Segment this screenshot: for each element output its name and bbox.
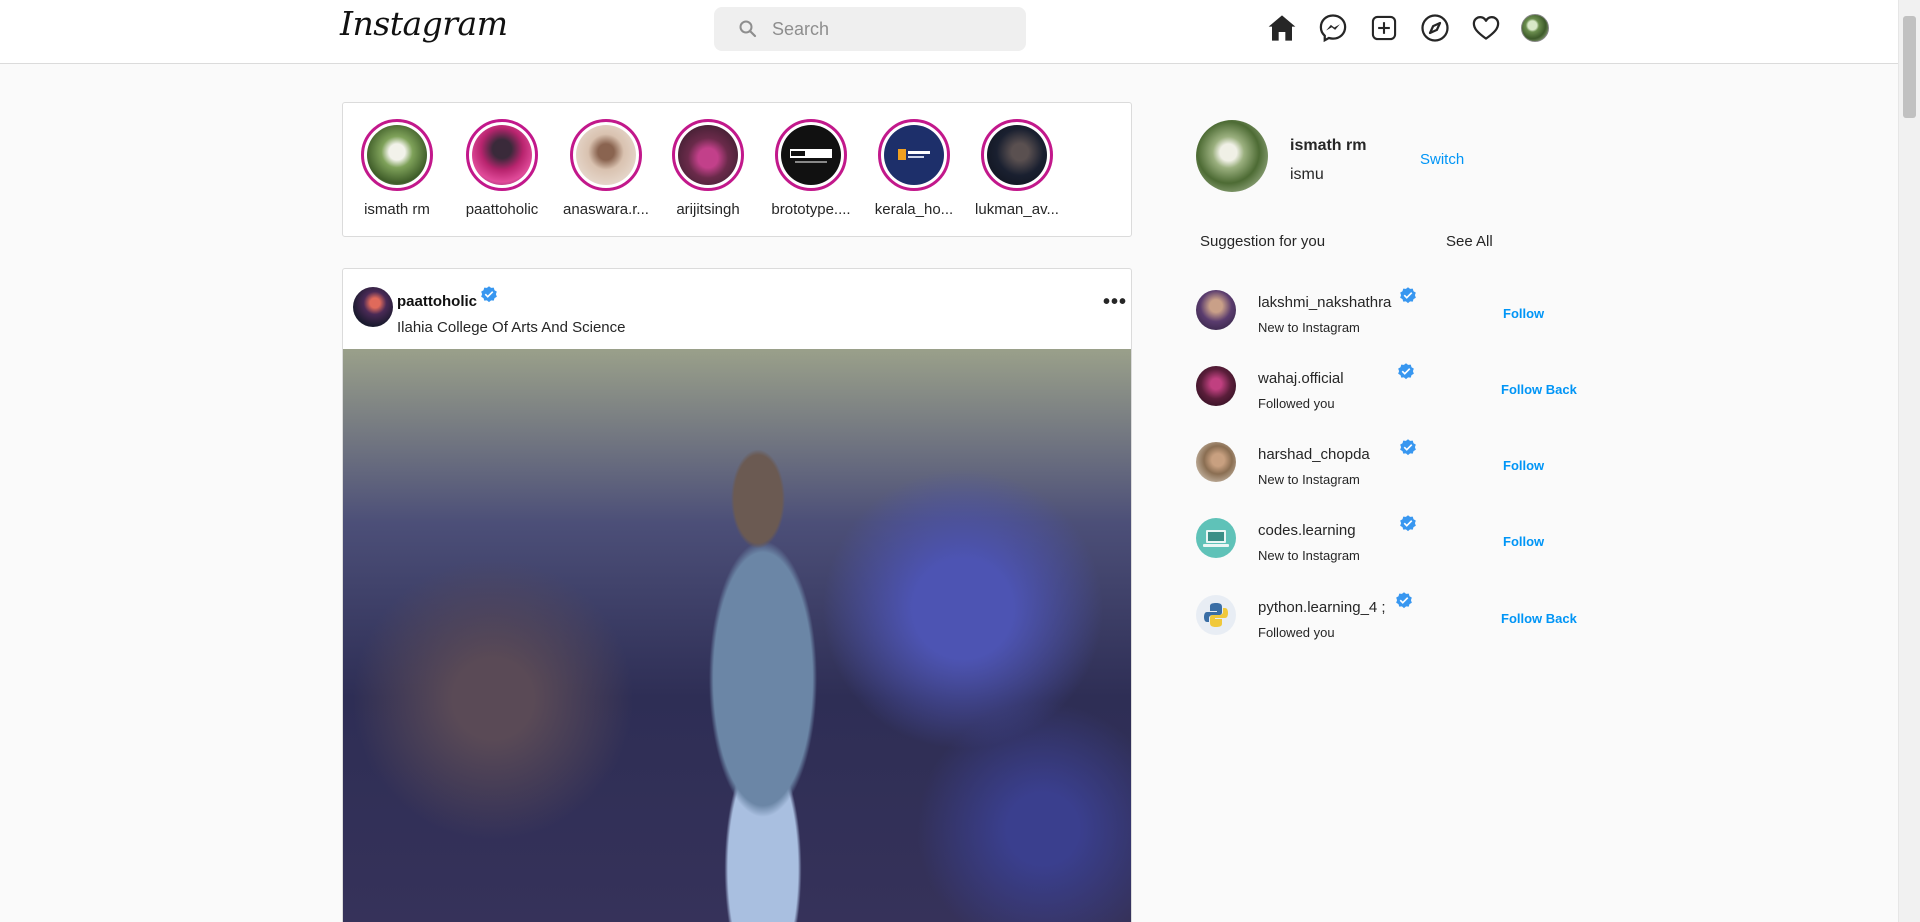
follow-button[interactable]: Follow — [1503, 534, 1544, 549]
follow-back-button[interactable]: Follow Back — [1501, 382, 1577, 397]
suggestion-username[interactable]: harshad_chopda — [1258, 446, 1370, 463]
suggestion-subtitle: New to Instagram — [1258, 472, 1360, 487]
suggestion-subtitle: New to Instagram — [1258, 320, 1360, 335]
post-options-button[interactable]: ••• — [1103, 292, 1127, 312]
story-username: brototype.... — [771, 201, 851, 218]
story-username: arijitsingh — [676, 201, 740, 218]
story-ring — [672, 119, 744, 191]
story-avatar — [472, 125, 532, 185]
story-ring — [466, 119, 538, 191]
follow-back-button[interactable]: Follow Back — [1501, 611, 1577, 626]
story-avatar — [884, 125, 944, 185]
suggestion-item: codes.learning New to Instagram Follow — [1196, 512, 1596, 572]
verified-badge-icon — [1400, 515, 1416, 532]
story-avatar — [781, 125, 841, 185]
new-post-icon[interactable] — [1366, 10, 1402, 46]
activity-heart-icon[interactable] — [1468, 10, 1504, 46]
suggestion-avatar[interactable] — [1196, 442, 1236, 482]
python-logo-icon — [1204, 603, 1228, 627]
suggestion-item: wahaj.official Followed you Follow Back — [1196, 360, 1596, 420]
current-user-avatar[interactable] — [1196, 120, 1268, 192]
suggestion-item: python.learning_4 ; Followed you Follow … — [1196, 589, 1596, 649]
suggestion-subtitle: New to Instagram — [1258, 548, 1360, 563]
messenger-icon[interactable] — [1315, 10, 1351, 46]
story-item[interactable]: lukman_av... — [966, 119, 1068, 218]
story-avatar — [576, 125, 636, 185]
feed-post: paattoholic Ilahia College Of Arts And S… — [342, 268, 1132, 922]
suggestion-username[interactable]: codes.learning — [1258, 522, 1356, 539]
verified-badge-icon — [1400, 287, 1416, 304]
suggestion-username[interactable]: lakshmi_nakshathra — [1258, 294, 1391, 311]
suggestion-username[interactable]: python.learning_4 ; — [1258, 599, 1386, 616]
scrollbar-thumb[interactable] — [1903, 16, 1916, 118]
follow-button[interactable]: Follow — [1503, 458, 1544, 473]
story-username: anaswara.r... — [563, 201, 649, 218]
post-author-avatar[interactable] — [353, 287, 393, 327]
stories-tray: ismath rm paattoholic anaswara.r... arij… — [342, 102, 1132, 237]
verified-badge-icon — [481, 286, 497, 303]
instagram-logo[interactable]: Instagram — [340, 4, 508, 43]
suggestion-avatar[interactable] — [1196, 290, 1236, 330]
follow-button[interactable]: Follow — [1503, 306, 1544, 321]
suggestion-avatar[interactable] — [1196, 366, 1236, 406]
story-avatar — [367, 125, 427, 185]
story-ring — [775, 119, 847, 191]
story-ring — [981, 119, 1053, 191]
search-box[interactable] — [714, 7, 1026, 51]
search-icon — [739, 20, 757, 38]
story-item[interactable]: ismath rm — [346, 119, 448, 218]
switch-account-link[interactable]: Switch — [1420, 151, 1464, 168]
story-ring — [570, 119, 642, 191]
story-username: ismath rm — [364, 201, 430, 218]
top-nav-bar: Instagram — [0, 0, 1898, 64]
post-author-username[interactable]: paattoholic — [397, 293, 477, 310]
post-location[interactable]: Ilahia College Of Arts And Science — [397, 319, 625, 336]
post-photo[interactable] — [343, 349, 1131, 922]
explore-icon[interactable] — [1417, 10, 1453, 46]
nav-icons — [1264, 10, 1549, 46]
story-username: kerala_ho... — [874, 201, 954, 218]
story-avatar — [678, 125, 738, 185]
story-item[interactable]: kerala_ho... — [863, 119, 965, 218]
laptop-icon — [1203, 530, 1229, 547]
story-item[interactable]: brototype.... — [760, 119, 862, 218]
current-user-handle: ismu — [1290, 166, 1324, 183]
suggestion-avatar[interactable] — [1196, 518, 1236, 558]
suggestion-item: harshad_chopda New to Instagram Follow — [1196, 436, 1596, 496]
search-input[interactable] — [772, 18, 1012, 40]
suggestion-avatar[interactable] — [1196, 595, 1236, 635]
story-username: lukman_av... — [975, 201, 1059, 218]
suggestion-subtitle: Followed you — [1258, 396, 1335, 411]
page-scrollbar[interactable] — [1898, 0, 1920, 922]
suggestion-subtitle: Followed you — [1258, 625, 1335, 640]
home-icon[interactable] — [1264, 10, 1300, 46]
story-ring — [878, 119, 950, 191]
suggestion-item: lakshmi_nakshathra New to Instagram Foll… — [1196, 284, 1596, 344]
verified-badge-icon — [1400, 439, 1416, 456]
current-user-name[interactable]: ismath rm — [1290, 137, 1366, 155]
verified-badge-icon — [1398, 363, 1414, 380]
verified-badge-icon — [1396, 592, 1412, 609]
story-item[interactable]: paattoholic — [451, 119, 553, 218]
brototype-logo-icon — [790, 149, 832, 163]
story-avatar — [987, 125, 1047, 185]
see-all-link[interactable]: See All — [1446, 233, 1493, 250]
kerala-home-logo-icon — [898, 149, 930, 160]
suggestions-heading: Suggestion for you — [1200, 233, 1326, 250]
profile-avatar[interactable] — [1521, 14, 1549, 42]
story-item[interactable]: anaswara.r... — [555, 119, 657, 218]
story-item[interactable]: arijitsingh — [657, 119, 759, 218]
story-ring — [361, 119, 433, 191]
suggestion-username[interactable]: wahaj.official — [1258, 370, 1344, 387]
story-username: paattoholic — [465, 201, 539, 218]
